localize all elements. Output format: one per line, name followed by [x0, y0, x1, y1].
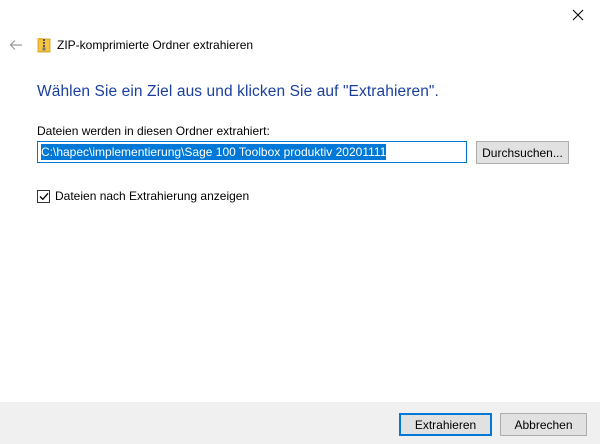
- browse-button[interactable]: Durchsuchen...: [476, 141, 569, 164]
- cancel-button[interactable]: Abbrechen: [500, 413, 587, 436]
- show-files-label: Dateien nach Extrahierung anzeigen: [55, 189, 250, 203]
- checkmark-icon: [39, 192, 48, 200]
- close-icon: [572, 9, 584, 21]
- dialog-footer: Extrahieren Abbrechen: [0, 402, 600, 444]
- back-arrow-icon: [9, 40, 22, 50]
- show-files-option[interactable]: Dateien nach Extrahierung anzeigen: [37, 188, 249, 204]
- back-button[interactable]: [6, 36, 26, 54]
- window-title: ZIP-komprimierte Ordner extrahieren: [57, 38, 254, 52]
- destination-path-value: C:\hapec\implementierung\Sage 100 Toolbo…: [41, 144, 387, 160]
- instruction-heading: Wählen Sie ein Ziel aus und klicken Sie …: [37, 83, 439, 100]
- zip-folder-icon: [37, 37, 51, 53]
- extract-button[interactable]: Extrahieren: [399, 413, 492, 436]
- show-files-checkbox[interactable]: [37, 189, 50, 203]
- window-title-row: ZIP-komprimierte Ordner extrahieren: [37, 36, 253, 54]
- destination-label: Dateien werden in diesen Ordner extrahie…: [37, 124, 270, 138]
- destination-path-input[interactable]: C:\hapec\implementierung\Sage 100 Toolbo…: [37, 141, 467, 163]
- close-button[interactable]: [560, 2, 596, 28]
